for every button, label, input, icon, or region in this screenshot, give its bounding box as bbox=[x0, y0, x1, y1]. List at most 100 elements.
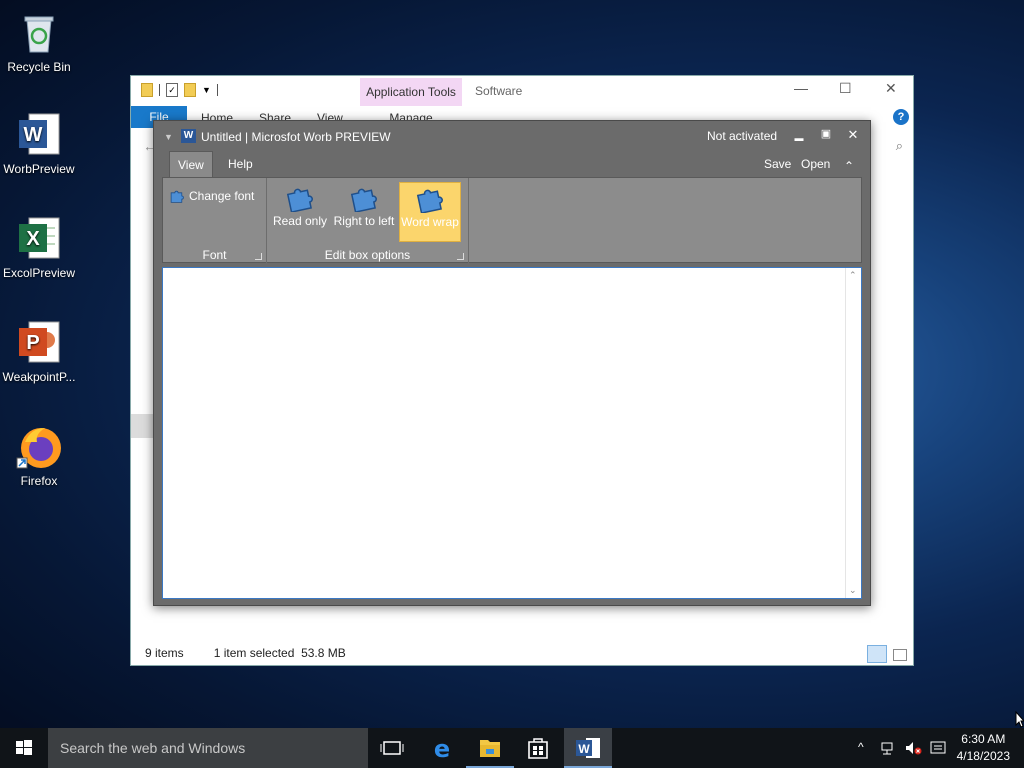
read-only-button[interactable]: Read only bbox=[269, 182, 331, 242]
desktop-icon-label: Recycle Bin bbox=[7, 60, 71, 74]
word-wrap-button[interactable]: Word wrap bbox=[399, 182, 461, 242]
desktop-icon-worbpreview[interactable]: W WorbPreview bbox=[0, 110, 78, 176]
clock-time: 6:30 AM bbox=[961, 732, 1006, 746]
worb-logo-icon: W bbox=[181, 129, 196, 143]
svg-text:P: P bbox=[26, 332, 39, 354]
desktop-icon-firefox[interactable]: Firefox bbox=[0, 422, 78, 488]
taskbar-clock[interactable]: 6:30 AM 4/18/2023 bbox=[957, 731, 1010, 765]
store-taskbar-button[interactable] bbox=[514, 728, 562, 768]
help-icon[interactable]: ? bbox=[893, 109, 909, 125]
puzzle-icon bbox=[170, 190, 184, 203]
status-selected: 1 item selected 53.8 MB bbox=[214, 646, 346, 660]
puzzle-icon bbox=[350, 188, 377, 212]
read-only-label: Read only bbox=[272, 214, 328, 228]
taskbar-search-box[interactable]: Search the web and Windows bbox=[48, 728, 368, 768]
volume-muted-icon[interactable] bbox=[904, 740, 922, 756]
scroll-up-icon[interactable]: ⌃ bbox=[849, 270, 857, 281]
folder-icon[interactable] bbox=[141, 83, 153, 97]
folder-icon bbox=[480, 740, 500, 757]
edge-taskbar-button[interactable]: e bbox=[418, 728, 466, 768]
edit-box-options-group: Read only Right to left Word wrap Edit b… bbox=[267, 178, 469, 264]
status-item-count: 9 items bbox=[145, 646, 184, 660]
desktop-icon-recycle-bin[interactable]: Recycle Bin bbox=[0, 8, 78, 74]
close-icon[interactable]: ✕ bbox=[844, 127, 862, 145]
store-icon bbox=[528, 738, 548, 759]
minimize-icon[interactable]: — bbox=[794, 80, 808, 96]
change-font-button[interactable]: Change font bbox=[169, 188, 254, 204]
details-view-icon[interactable] bbox=[867, 645, 887, 663]
tab-view[interactable]: View bbox=[169, 151, 213, 177]
file-explorer-taskbar-button[interactable] bbox=[466, 728, 514, 768]
windows-logo-icon bbox=[16, 740, 32, 755]
divider bbox=[216, 84, 218, 96]
taskbar: Search the web and Windows e W ^ 6:30 AM… bbox=[0, 728, 1024, 768]
task-view-button[interactable] bbox=[368, 728, 416, 768]
svg-text:X: X bbox=[26, 228, 40, 250]
recycle-bin-icon bbox=[15, 8, 63, 56]
desktop-icon-label: ExcolPreview bbox=[2, 266, 76, 280]
word-wrap-label: Word wrap bbox=[401, 215, 459, 229]
close-icon[interactable]: ✕ bbox=[885, 80, 897, 97]
nav-pane-selection bbox=[131, 414, 153, 438]
dialog-launcher-icon[interactable] bbox=[255, 253, 262, 260]
firefox-icon bbox=[15, 422, 63, 470]
edit-box-options-label: Edit box options bbox=[324, 248, 411, 262]
new-folder-icon[interactable] bbox=[184, 83, 196, 97]
divider bbox=[159, 84, 160, 96]
font-group: Change font Font bbox=[163, 178, 267, 264]
desktop-icon-weakpoint[interactable]: P WeakpointP... bbox=[0, 318, 78, 384]
svg-text:W: W bbox=[24, 124, 43, 146]
right-to-left-label: Right to left bbox=[333, 214, 395, 228]
save-button[interactable]: Save bbox=[764, 157, 791, 171]
quick-access-toolbar: ✓ ▼ bbox=[141, 83, 218, 97]
right-to-left-button[interactable]: Right to left bbox=[333, 182, 395, 242]
desktop-icon-label: WeakpointP... bbox=[2, 370, 76, 384]
svg-text:W: W bbox=[578, 742, 590, 756]
tab-help[interactable]: Help bbox=[220, 151, 261, 177]
dialog-launcher-icon[interactable] bbox=[457, 253, 464, 260]
document-edit-box[interactable]: ⌃ ⌄ bbox=[162, 267, 862, 599]
status-selected-size: 53.8 MB bbox=[301, 646, 346, 660]
puzzle-icon bbox=[286, 188, 313, 212]
application-tools-context-tab: Application Tools bbox=[360, 78, 462, 106]
mouse-cursor-icon bbox=[1015, 711, 1024, 728]
puzzle-icon bbox=[416, 189, 443, 213]
worb-preview-taskbar-button[interactable]: W bbox=[564, 728, 612, 768]
dropdown-icon[interactable]: ▼ bbox=[202, 85, 211, 95]
vertical-scrollbar[interactable]: ⌃ ⌄ bbox=[845, 268, 861, 598]
word-doc-icon: W bbox=[576, 738, 600, 758]
search-icon[interactable]: ⌕ bbox=[896, 138, 903, 154]
scroll-down-icon[interactable]: ⌄ bbox=[849, 585, 857, 596]
open-button[interactable]: Open bbox=[801, 157, 830, 171]
worb-titlebar: ▼ W Untitled | Microsfot Worb PREVIEW No… bbox=[154, 121, 870, 151]
excel-sheet-icon: X bbox=[15, 214, 63, 262]
edge-icon: e bbox=[434, 735, 450, 763]
network-icon[interactable] bbox=[880, 740, 896, 756]
clock-date: 4/18/2023 bbox=[956, 749, 1010, 763]
font-group-label: Font bbox=[202, 248, 227, 262]
window-title: Untitled | Microsfot Worb PREVIEW bbox=[201, 130, 391, 144]
worb-preview-window[interactable]: ▼ W Untitled | Microsfot Worb PREVIEW No… bbox=[153, 120, 871, 606]
explorer-status-bar: 9 items 1 item selected 53.8 MB bbox=[145, 646, 346, 660]
explorer-titlebar: ✓ ▼ Application Tools Software — ☐ ✕ bbox=[131, 76, 913, 106]
show-hidden-icons-icon[interactable]: ^ bbox=[858, 740, 864, 754]
powerpoint-icon: P bbox=[15, 318, 63, 366]
worb-ribbon-tabs: View Help Save Open ⌃ bbox=[154, 151, 870, 177]
status-selected-count: 1 item selected bbox=[213, 646, 295, 660]
word-doc-icon: W bbox=[15, 110, 63, 158]
desktop-icon-label: WorbPreview bbox=[3, 162, 75, 176]
svg-text:e: e bbox=[434, 735, 450, 763]
large-icons-view-icon[interactable] bbox=[893, 649, 907, 661]
collapse-ribbon-icon[interactable]: ⌃ bbox=[844, 159, 854, 173]
change-font-label: Change font bbox=[189, 189, 255, 203]
desktop-icon-excolpreview[interactable]: X ExcolPreview bbox=[0, 214, 78, 280]
properties-icon[interactable]: ✓ bbox=[166, 83, 178, 97]
maximize-icon[interactable]: ▣ bbox=[817, 127, 835, 145]
activation-status: Not activated bbox=[707, 129, 778, 143]
minimize-icon[interactable]: ▬ bbox=[790, 127, 808, 145]
start-button[interactable] bbox=[0, 728, 48, 768]
ribbon-panel: Change font Font Read only Right to left bbox=[162, 177, 862, 264]
action-center-icon[interactable] bbox=[930, 740, 946, 756]
system-menu-icon[interactable]: ▼ bbox=[164, 132, 173, 142]
maximize-icon[interactable]: ☐ bbox=[839, 80, 852, 97]
